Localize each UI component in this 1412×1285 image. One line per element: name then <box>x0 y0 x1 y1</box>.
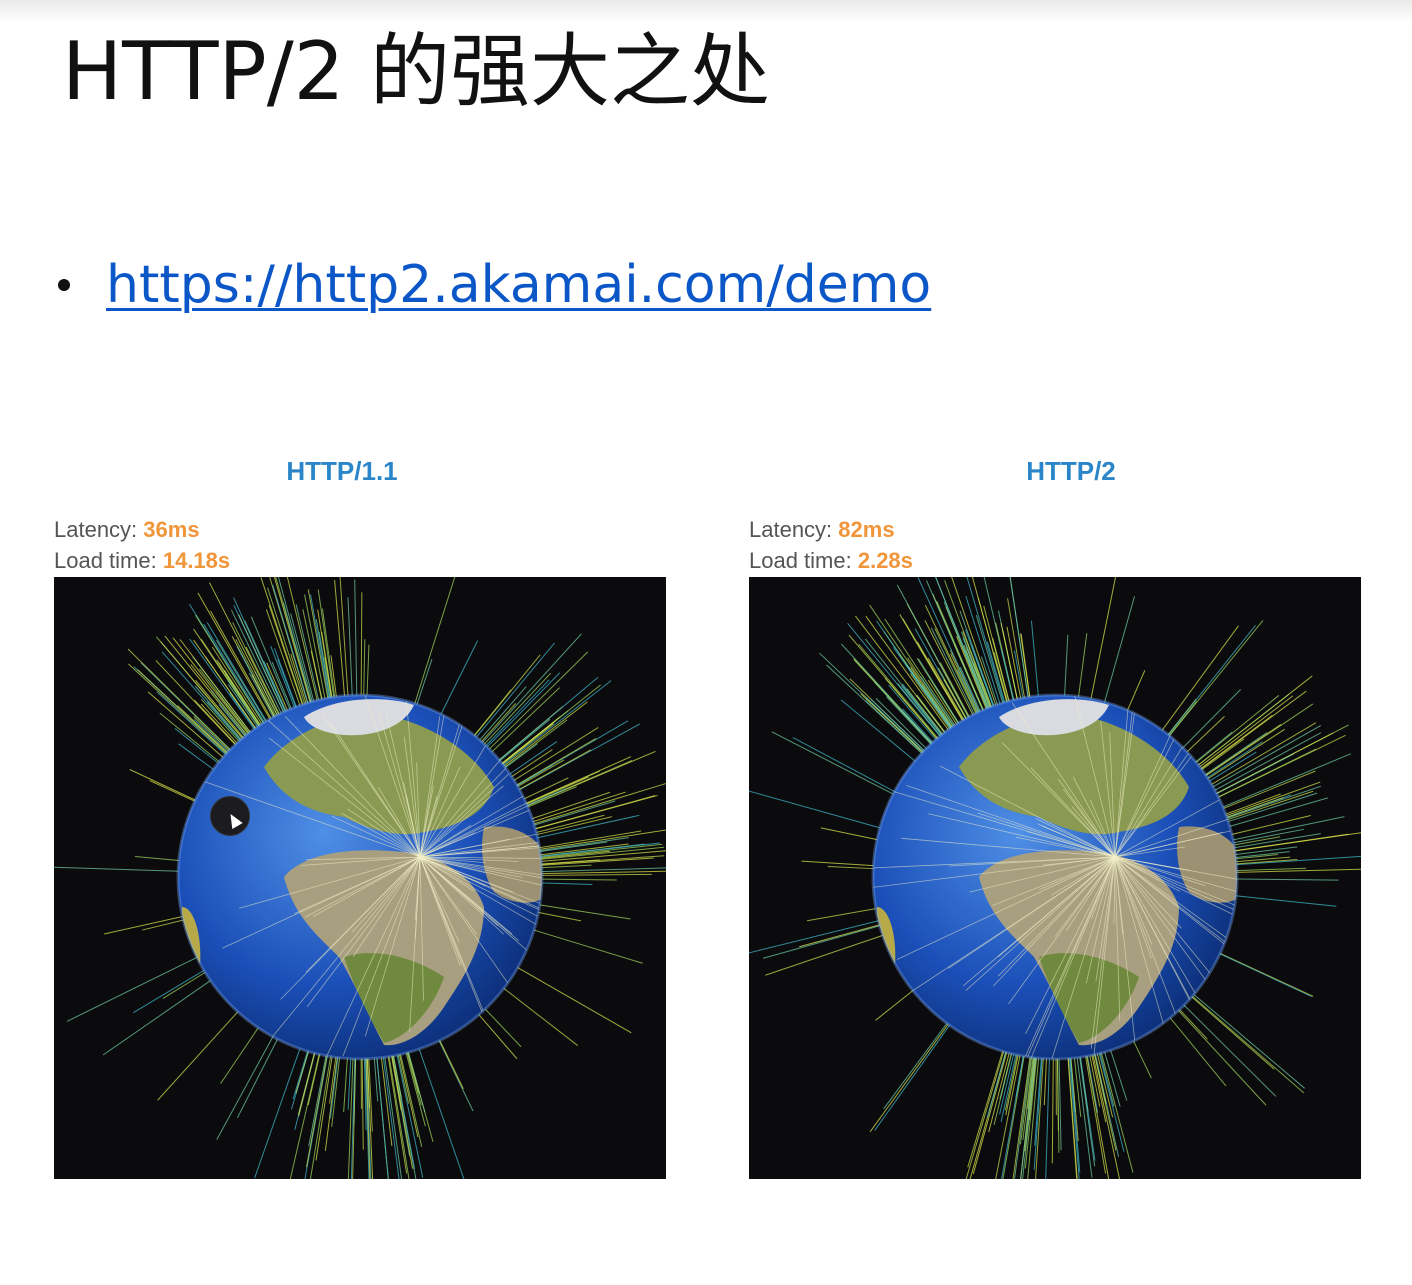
latency-value: 82ms <box>838 517 895 542</box>
latency-row: Latency: 82ms <box>749 514 913 545</box>
load-time-row: Load time: 14.18s <box>54 545 230 576</box>
latency-label: Latency: <box>54 517 144 542</box>
globe-visualization <box>749 577 1361 1179</box>
panel-title: HTTP/1.1 <box>286 456 398 486</box>
globe-image <box>749 577 1361 1179</box>
load-time-value: 14.18s <box>162 548 231 573</box>
latency-row: Latency: 36ms <box>54 514 230 545</box>
load-time-value: 2.28s <box>857 548 913 573</box>
stats-block: Latency: 36ms Load time: 14.18s <box>54 514 230 576</box>
globe-image <box>54 577 666 1179</box>
stats-block: Latency: 82ms Load time: 2.28s <box>749 514 913 576</box>
load-time-row: Load time: 2.28s <box>749 545 913 576</box>
window-top-shade <box>0 0 1412 22</box>
bullet-item: https://http2.akamai.com/demo <box>58 250 931 320</box>
slide-title: HTTP/2 的强大之处 <box>62 25 771 118</box>
load-time-label: Load time: <box>749 548 858 573</box>
demo-link[interactable]: https://http2.akamai.com/demo <box>106 255 931 315</box>
load-time-label: Load time: <box>54 548 163 573</box>
globe-visualization <box>54 577 666 1179</box>
latency-label: Latency: <box>749 517 839 542</box>
latency-value: 36ms <box>143 517 200 542</box>
panel-title: HTTP/2 <box>1026 456 1116 486</box>
bullet-dot <box>58 279 70 291</box>
